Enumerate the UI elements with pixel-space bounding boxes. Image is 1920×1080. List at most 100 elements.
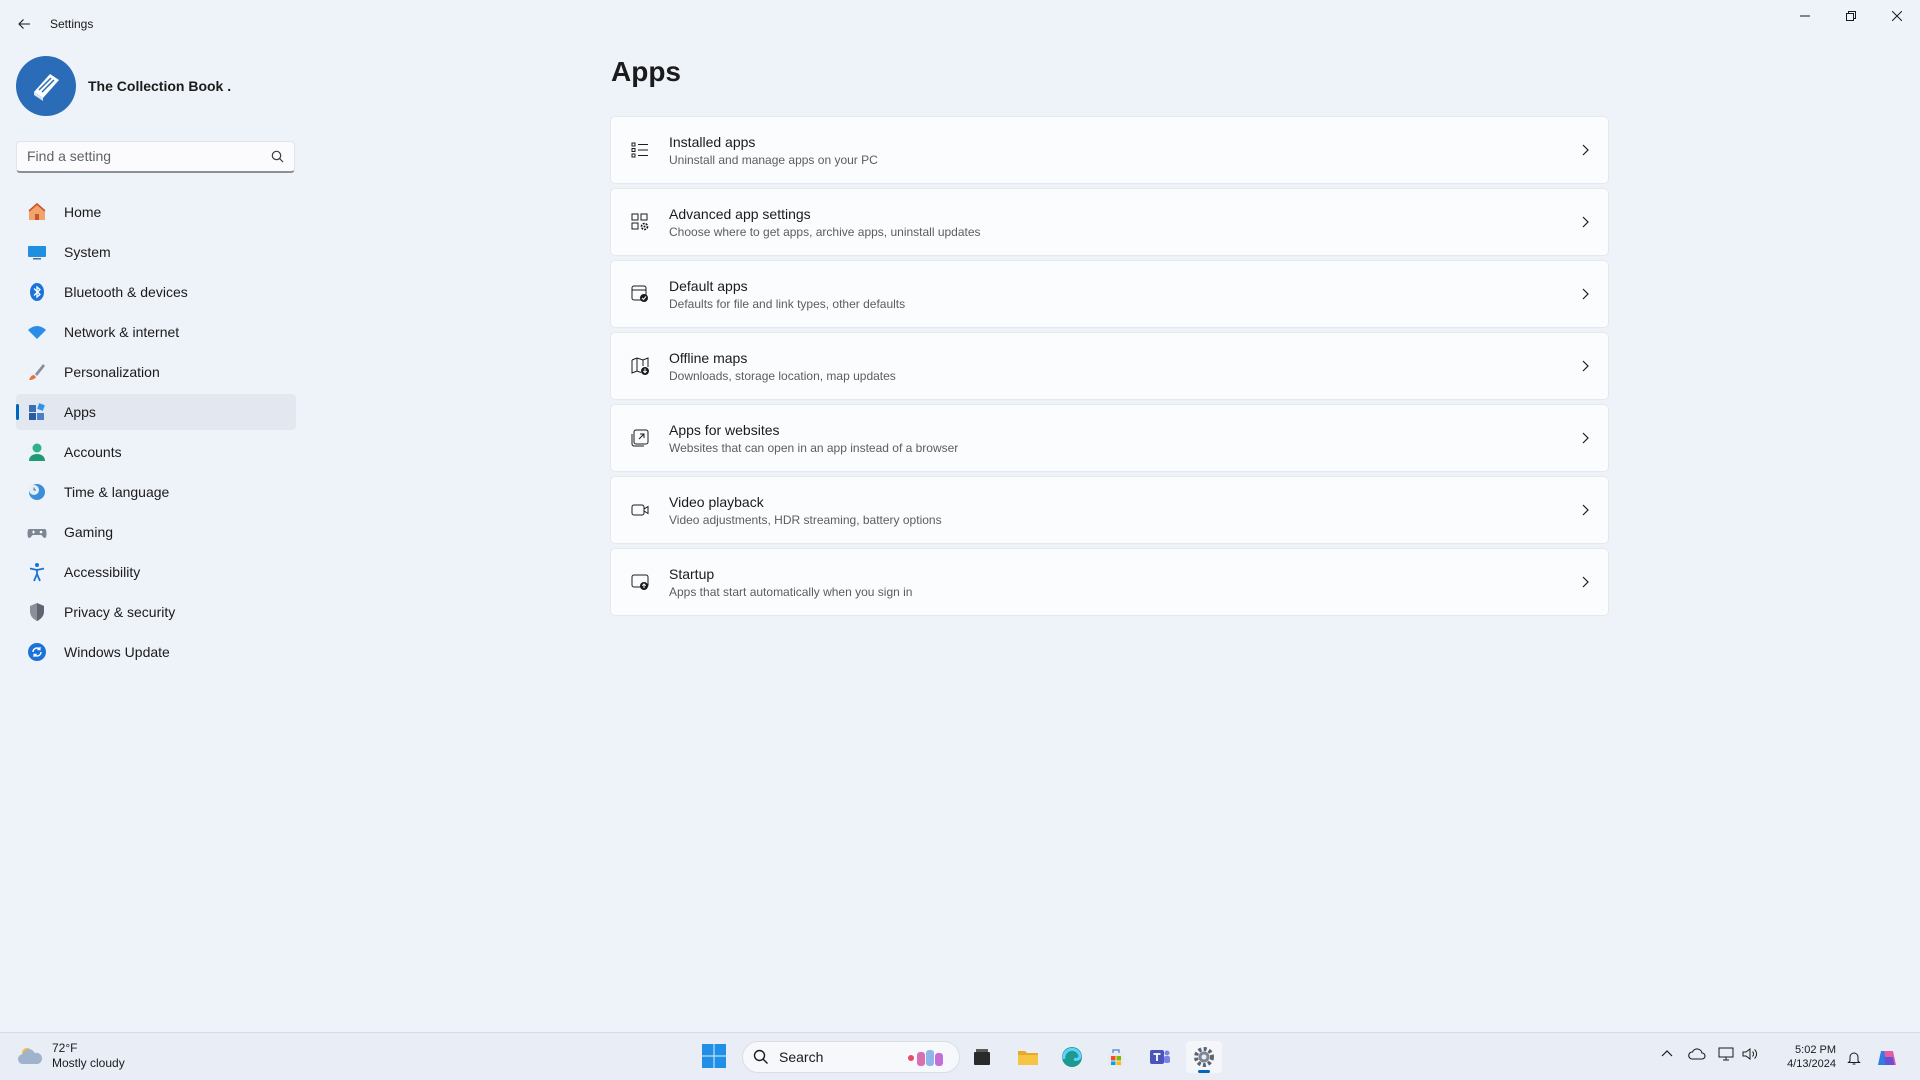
search-input[interactable] (17, 142, 257, 170)
close-icon (1892, 11, 1902, 21)
card-description: Video adjustments, HDR streaming, batter… (669, 512, 942, 527)
card-title: Advanced app settings (669, 205, 811, 222)
clock-globe-icon (26, 481, 48, 503)
sidebar-item-label: Apps (64, 404, 96, 420)
taskbar-file-explorer[interactable] (1010, 1041, 1046, 1073)
taskbar: 72°F Mostly cloudy Search 5:02 PM 4/13/2… (0, 1032, 1920, 1080)
bell-icon[interactable] (1846, 1050, 1862, 1066)
sidebar-item-label: Network & internet (64, 324, 180, 340)
sidebar-item-privacy[interactable]: Privacy & security (16, 594, 296, 630)
sidebar-item-network[interactable]: Network & internet (16, 314, 296, 350)
card-apps-for-websites[interactable]: Apps for websites Websites that can open… (610, 404, 1609, 472)
sidebar-item-bluetooth[interactable]: Bluetooth & devices (16, 274, 296, 310)
sidebar-item-gaming[interactable]: Gaming (16, 514, 296, 550)
taskbar-clock[interactable]: 5:02 PM 4/13/2024 (1776, 1043, 1836, 1071)
taskbar-task-view[interactable] (964, 1041, 1000, 1073)
app-title: Settings (50, 17, 94, 31)
sidebar-item-label: Personalization (64, 364, 160, 380)
sidebar-item-label: Time & language (64, 484, 170, 500)
chevron-right-icon (1580, 359, 1590, 378)
copilot-icon[interactable] (1876, 1047, 1898, 1069)
shield-icon (26, 601, 48, 623)
sidebar-item-label: Gaming (64, 524, 114, 540)
accounts-icon (26, 441, 48, 463)
accessibility-icon (26, 561, 48, 583)
back-button[interactable] (12, 12, 36, 36)
sidebar-item-label: Privacy & security (64, 604, 176, 620)
title-bar: Settings (0, 0, 1920, 48)
card-description: Downloads, storage location, map updates (669, 368, 896, 383)
sidebar-item-windows-update[interactable]: Windows Update (16, 634, 296, 670)
cloudy-weather-icon (17, 1048, 43, 1064)
taskbar-edge[interactable] (1054, 1041, 1090, 1073)
chevron-right-icon (1580, 503, 1590, 522)
monitor-network-icon[interactable] (1718, 1047, 1734, 1061)
card-description: Uninstall and manage apps on your PC (669, 152, 878, 167)
map-download-icon (628, 354, 652, 378)
card-video-playback[interactable]: Video playback Video adjustments, HDR st… (610, 476, 1609, 544)
card-advanced-app-settings[interactable]: Advanced app settings Choose where to ge… (610, 188, 1609, 256)
gamepad-icon (26, 521, 48, 543)
page-title: Apps (611, 56, 681, 87)
wifi-icon (26, 321, 48, 343)
book-logo-icon (34, 74, 59, 101)
restore-icon (1846, 11, 1856, 21)
chevron-right-icon (1580, 143, 1590, 162)
sidebar-item-accessibility[interactable]: Accessibility (16, 554, 296, 590)
clock-date: 4/13/2024 (1787, 1058, 1836, 1070)
start-button[interactable] (701, 1043, 727, 1074)
card-default-apps[interactable]: Default apps Defaults for file and link … (610, 260, 1609, 328)
minimize-button[interactable] (1782, 0, 1828, 32)
sidebar-item-time-language[interactable]: Time & language (16, 474, 296, 510)
folder-icon (1018, 1051, 1038, 1065)
card-description: Defaults for file and link types, other … (669, 296, 906, 311)
profile-name: The Collection Book . (88, 78, 232, 94)
chevron-right-icon (1580, 431, 1590, 450)
taskbar-settings[interactable] (1186, 1041, 1222, 1073)
close-button[interactable] (1874, 0, 1920, 32)
update-icon (26, 641, 48, 663)
chevron-right-icon (1580, 215, 1590, 234)
search-icon (753, 1049, 768, 1064)
card-description: Websites that can open in an app instead… (669, 440, 959, 455)
active-app-indicator (1198, 1070, 1210, 1073)
sidebar-item-personalization[interactable]: Personalization (16, 354, 296, 390)
card-title: Video playback (669, 493, 764, 510)
weather-description: Mostly cloudy (52, 1056, 125, 1070)
chevron-right-icon (1580, 287, 1590, 306)
sidebar-item-apps[interactable]: Apps (16, 394, 296, 430)
taskbar-search[interactable]: Search (742, 1041, 960, 1073)
card-title: Installed apps (669, 133, 756, 150)
sidebar-item-home[interactable]: Home (16, 194, 296, 230)
card-installed-apps[interactable]: Installed apps Uninstall and manage apps… (610, 116, 1609, 184)
default-apps-icon (628, 282, 652, 306)
taskbar-teams[interactable] (1142, 1041, 1178, 1073)
weather-widget[interactable]: 72°F Mostly cloudy (16, 1041, 125, 1071)
open-external-icon (628, 426, 652, 450)
gear-icon (1194, 1047, 1214, 1067)
settings-search-box[interactable] (16, 141, 295, 173)
app-gear-icon (628, 210, 652, 234)
onedrive-cloud-icon[interactable] (1688, 1047, 1706, 1061)
card-offline-maps[interactable]: Offline maps Downloads, storage location… (610, 332, 1609, 400)
card-description: Choose where to get apps, archive apps, … (669, 224, 981, 239)
restore-button[interactable] (1828, 0, 1874, 32)
sidebar-item-accounts[interactable]: Accounts (16, 434, 296, 470)
home-icon (26, 201, 48, 223)
avatar (16, 56, 76, 116)
search-icon (271, 150, 284, 168)
startup-icon (628, 570, 652, 594)
chevron-up-icon[interactable] (1660, 1047, 1674, 1061)
store-icon (1108, 1049, 1124, 1066)
sidebar-item-label: Home (64, 204, 102, 220)
card-startup[interactable]: Startup Apps that start automatically wh… (610, 548, 1609, 616)
volume-icon[interactable] (1742, 1047, 1758, 1061)
profile-header[interactable]: The Collection Book . (16, 56, 231, 116)
apps-settings-list: Installed apps Uninstall and manage apps… (610, 116, 1609, 620)
sidebar-item-label: Accounts (64, 444, 122, 460)
sidebar-item-system[interactable]: System (16, 234, 296, 270)
taskbar-store[interactable] (1098, 1041, 1134, 1073)
taskbar-search-label: Search (779, 1049, 824, 1065)
task-view-icon (974, 1049, 990, 1065)
sidebar-item-label: Bluetooth & devices (64, 284, 188, 300)
